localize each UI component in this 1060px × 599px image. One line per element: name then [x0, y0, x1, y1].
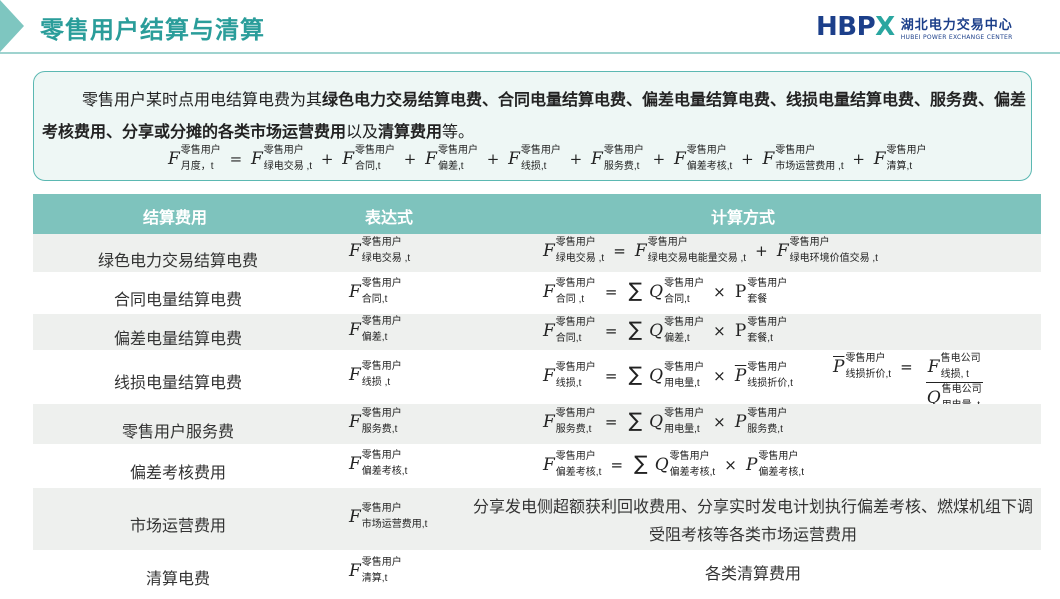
fee-expression: F 零售用户 市场运营费用,t — [349, 503, 428, 530]
table-row: 清算电费 F 零售用户 清算,t 各类清算费用 — [33, 552, 1041, 596]
table-row: 合同电量结算电费 F 零售用户 合同,t F 零售用户 合同 ,t = ∑ Q 零售用户合… — [33, 274, 1041, 312]
fee-calculation: F 零售用户 合同,t = ∑ Q 零售用户 偏差,t × P 零售用户 套餐,t — [543, 317, 788, 344]
fee-calculation: F 零售用户 绿电交易 ,t = F 零售用户 绿电交易电能量交易 ,t + F 零售用户… — [543, 237, 878, 264]
header-arrow-decoration — [0, 0, 24, 52]
fee-calculation-text: 各类清算费用 — [704, 564, 801, 583]
table-row: 零售用户服务费 F 零售用户 服务费,t F 零售用户 服务费,t = ∑ Q 零售用户用… — [33, 404, 1041, 444]
table-row: 偏差电量结算电费 F 零售用户 偏差,t F 零售用户 合同,t = ∑ Q 零售用户 偏差… — [33, 314, 1041, 350]
fee-calculation-text: 分享发电侧超额获利回收费用、分享实时发电计划执行偏差考核、燃煤机组下调受阻考核等… — [473, 497, 1034, 544]
hbpx-logo: HBPX 湖北电力交易中心 HUBEI POWER EXCHANGE CENTE… — [816, 8, 1013, 46]
table-row: 偏差考核费用 F 零售用户 偏差考核,t F 零售用户 偏差考核,t = ∑ Q 零售用户… — [33, 446, 1041, 486]
fee-expression: F 零售用户 合同,t — [349, 278, 402, 305]
intro-paragraph: 零售用户某时点用电结算电费为其绿色电力交易结算电费、合同电量结算电费、偏差电量结… — [42, 90, 1027, 141]
fee-expression: F 零售用户 偏差,t — [349, 316, 402, 343]
fee-expression: F 零售用户 绿电交易 ,t — [349, 237, 411, 264]
loss-price-definition: P零售用户线损折价,t = F售电公司线损, t Q售电公司用电量, t — [833, 353, 983, 411]
logo-text: 湖北电力交易中心 HUBEI POWER EXCHANGE CENTER — [901, 14, 1013, 41]
logo-name-cn: 湖北电力交易中心 — [900, 17, 1013, 33]
col-header-expression: 表达式 — [365, 208, 414, 227]
fee-expression: F 零售用户 服务费,t — [349, 408, 402, 435]
col-header-fee: 结算费用 — [143, 208, 208, 227]
fee-expression: F 零售用户 偏差考核,t — [349, 450, 408, 477]
logo-name-en: HUBEI POWER EXCHANGE CENTER — [900, 33, 1013, 41]
logo-mark: HBPX — [816, 12, 895, 42]
fee-name: 偏差考核费用 — [129, 463, 226, 482]
fee-name: 合同电量结算电费 — [113, 290, 242, 309]
fee-name: 清算电费 — [145, 569, 210, 588]
table-row: 市场运营费用 F 零售用户 市场运营费用,t 分享发电侧超额获利回收费用、分享实时发… — [33, 488, 1041, 550]
header-divider — [0, 52, 1060, 54]
fee-name: 零售用户服务费 — [121, 422, 234, 441]
col-header-calc: 计算方式 — [711, 208, 776, 227]
fee-expression: F 零售用户 线损 ,t — [349, 361, 402, 388]
fee-calculation: F 零售用户 服务费,t = ∑ Q 零售用户 用电量,t × P 零售用户 服务费,t — [543, 408, 788, 435]
table-header: 结算费用 表达式 计算方式 — [33, 194, 1041, 234]
intro-formula: F 零售用户 月度，t = F 零售用户 绿电交易 ,t + F 零售用户 合同,t + F… — [168, 145, 927, 172]
page-title: 零售用户结算与清算 — [40, 16, 265, 44]
fee-name: 偏差电量结算电费 — [113, 329, 242, 348]
fee-name: 线损电量结算电费 — [113, 373, 242, 392]
table-row: 绿色电力交易结算电费 F 零售用户 绿电交易 ,t F 零售用户 绿电交易 ,t = F… — [33, 234, 1041, 272]
fee-expression: F 零售用户 清算,t — [349, 557, 402, 584]
table-row: 线损电量结算电费 F 零售用户 线损 ,t F 零售用户 线损,t = ∑ Q 零售用户用… — [33, 352, 1041, 411]
fee-calculation: F 零售用户 偏差考核,t = ∑ Q 零售用户 偏差考核,t × P 零售用户 偏差考核,… — [543, 451, 804, 478]
fee-calculation: F 零售用户 合同 ,t = ∑ Q 零售用户 合同,t × P 零售用户 套餐 — [543, 278, 788, 305]
fee-calculation: F 零售用户 线损,t = ∑ Q 零售用户 用电量,t × P 零售用户 线损折价,t — [543, 362, 793, 389]
fee-name: 绿色电力交易结算电费 — [97, 251, 258, 270]
fee-name: 市场运营费用 — [129, 516, 226, 535]
